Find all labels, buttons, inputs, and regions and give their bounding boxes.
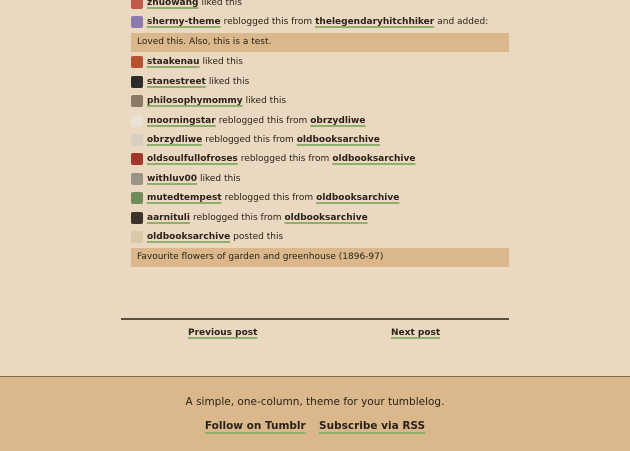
footer: A simple, one-column, theme for your tum… <box>0 376 630 451</box>
note-source-link[interactable]: oldbooksarchive <box>285 213 368 223</box>
follow-on-tumblr-link[interactable]: Follow on Tumblr <box>205 420 306 432</box>
note-item: zhuowang liked this <box>131 0 509 12</box>
note-username-link[interactable]: zhuowang <box>147 0 198 8</box>
note-action-text: reblogged this from <box>205 135 294 146</box>
note-username-link[interactable]: stanestreet <box>147 77 206 87</box>
user-avatar[interactable] <box>131 56 143 69</box>
note-action-text: liked this <box>208 76 250 87</box>
note-reblog-comment: Favourite flowers of garden and greenhou… <box>131 247 509 267</box>
user-avatar[interactable] <box>131 192 143 205</box>
user-avatar[interactable] <box>131 114 143 127</box>
note-source-link[interactable]: oldbooksarchive <box>297 135 380 145</box>
user-avatar[interactable] <box>131 230 143 243</box>
note-item: stanestreet liked this <box>131 72 509 91</box>
note-username-link[interactable]: shermy-theme <box>147 17 221 27</box>
user-avatar[interactable] <box>131 95 143 108</box>
note-item: oldsoulfullofroses reblogged this from old… <box>131 150 509 169</box>
footer-links: Follow on Tumblr Subscribe via RSS <box>0 420 630 432</box>
notes-list: zhuowang liked this shermy-theme reblogged … <box>131 0 509 268</box>
user-avatar[interactable] <box>131 172 143 185</box>
note-action-text: liked this <box>201 0 242 8</box>
note-source-link[interactable]: obrzydliwe <box>310 116 365 126</box>
note-action-text: reblogged this from <box>218 115 308 126</box>
note-item: philosophymommy liked this <box>131 92 509 111</box>
note-source-link[interactable]: oldbooksarchive <box>332 154 415 164</box>
post-pagination: Previous post Next post <box>121 318 509 338</box>
note-suffix-text: and added: <box>437 17 489 28</box>
note-username-link[interactable]: aarnituli <box>147 213 190 223</box>
note-username-link[interactable]: oldbooksarchive <box>147 232 230 242</box>
note-username-link[interactable]: oldsoulfullofroses <box>147 154 238 164</box>
user-avatar[interactable] <box>131 16 143 29</box>
note-username-link[interactable]: obrzydliwe <box>147 135 202 145</box>
note-username-link[interactable]: philosophymommy <box>147 96 243 106</box>
user-avatar[interactable] <box>131 75 143 88</box>
note-action-text: reblogged this from <box>223 17 313 28</box>
note-action-text: reblogged this from <box>192 212 282 223</box>
note-item: moorningstar reblogged this from obrzydliw… <box>131 111 509 130</box>
note-action-text: reblogged this from <box>224 193 314 204</box>
note-action-text: posted this <box>233 231 284 242</box>
user-avatar[interactable] <box>131 134 143 147</box>
user-avatar[interactable] <box>131 0 143 9</box>
subscribe-rss-link[interactable]: Subscribe via RSS <box>319 420 425 432</box>
note-item: mutedtempest reblogged this from oldbooksa… <box>131 189 509 208</box>
note-action-text: liked this <box>245 96 287 107</box>
note-action-text: liked this <box>200 173 241 184</box>
note-username-link[interactable]: mutedtempest <box>147 193 222 203</box>
footer-tagline: A simple, one-column, theme for your tum… <box>185 396 445 408</box>
note-username-link[interactable]: staakenau <box>147 57 200 67</box>
note-source-link[interactable]: oldbooksarchive <box>316 193 399 203</box>
note-item: withluv00 liked this <box>131 169 509 188</box>
note-action-text: reblogged this from <box>240 154 330 165</box>
note-username-link[interactable]: moorningstar <box>147 116 216 126</box>
note-item: shermy-theme reblogged this from thelegend… <box>131 12 509 31</box>
user-avatar[interactable] <box>131 153 143 166</box>
note-item: aarnituli reblogged this from oldbooksarch… <box>131 208 509 227</box>
note-source-link[interactable]: thelegendaryhitchhiker <box>315 17 434 27</box>
note-item: obrzydliwe reblogged this from oldbooksarc… <box>131 130 509 149</box>
note-item: oldbooksarchive posted this <box>131 227 509 246</box>
user-avatar[interactable] <box>131 211 143 224</box>
next-post-link[interactable]: Next post <box>391 328 440 338</box>
note-username-link[interactable]: withluv00 <box>147 174 197 184</box>
note-reblog-comment: Loved this. Also, this is a test. <box>131 32 509 52</box>
note-action-text: liked this <box>202 57 243 68</box>
note-item: staakenau liked this <box>131 53 509 72</box>
previous-post-link[interactable]: Previous post <box>188 328 257 338</box>
